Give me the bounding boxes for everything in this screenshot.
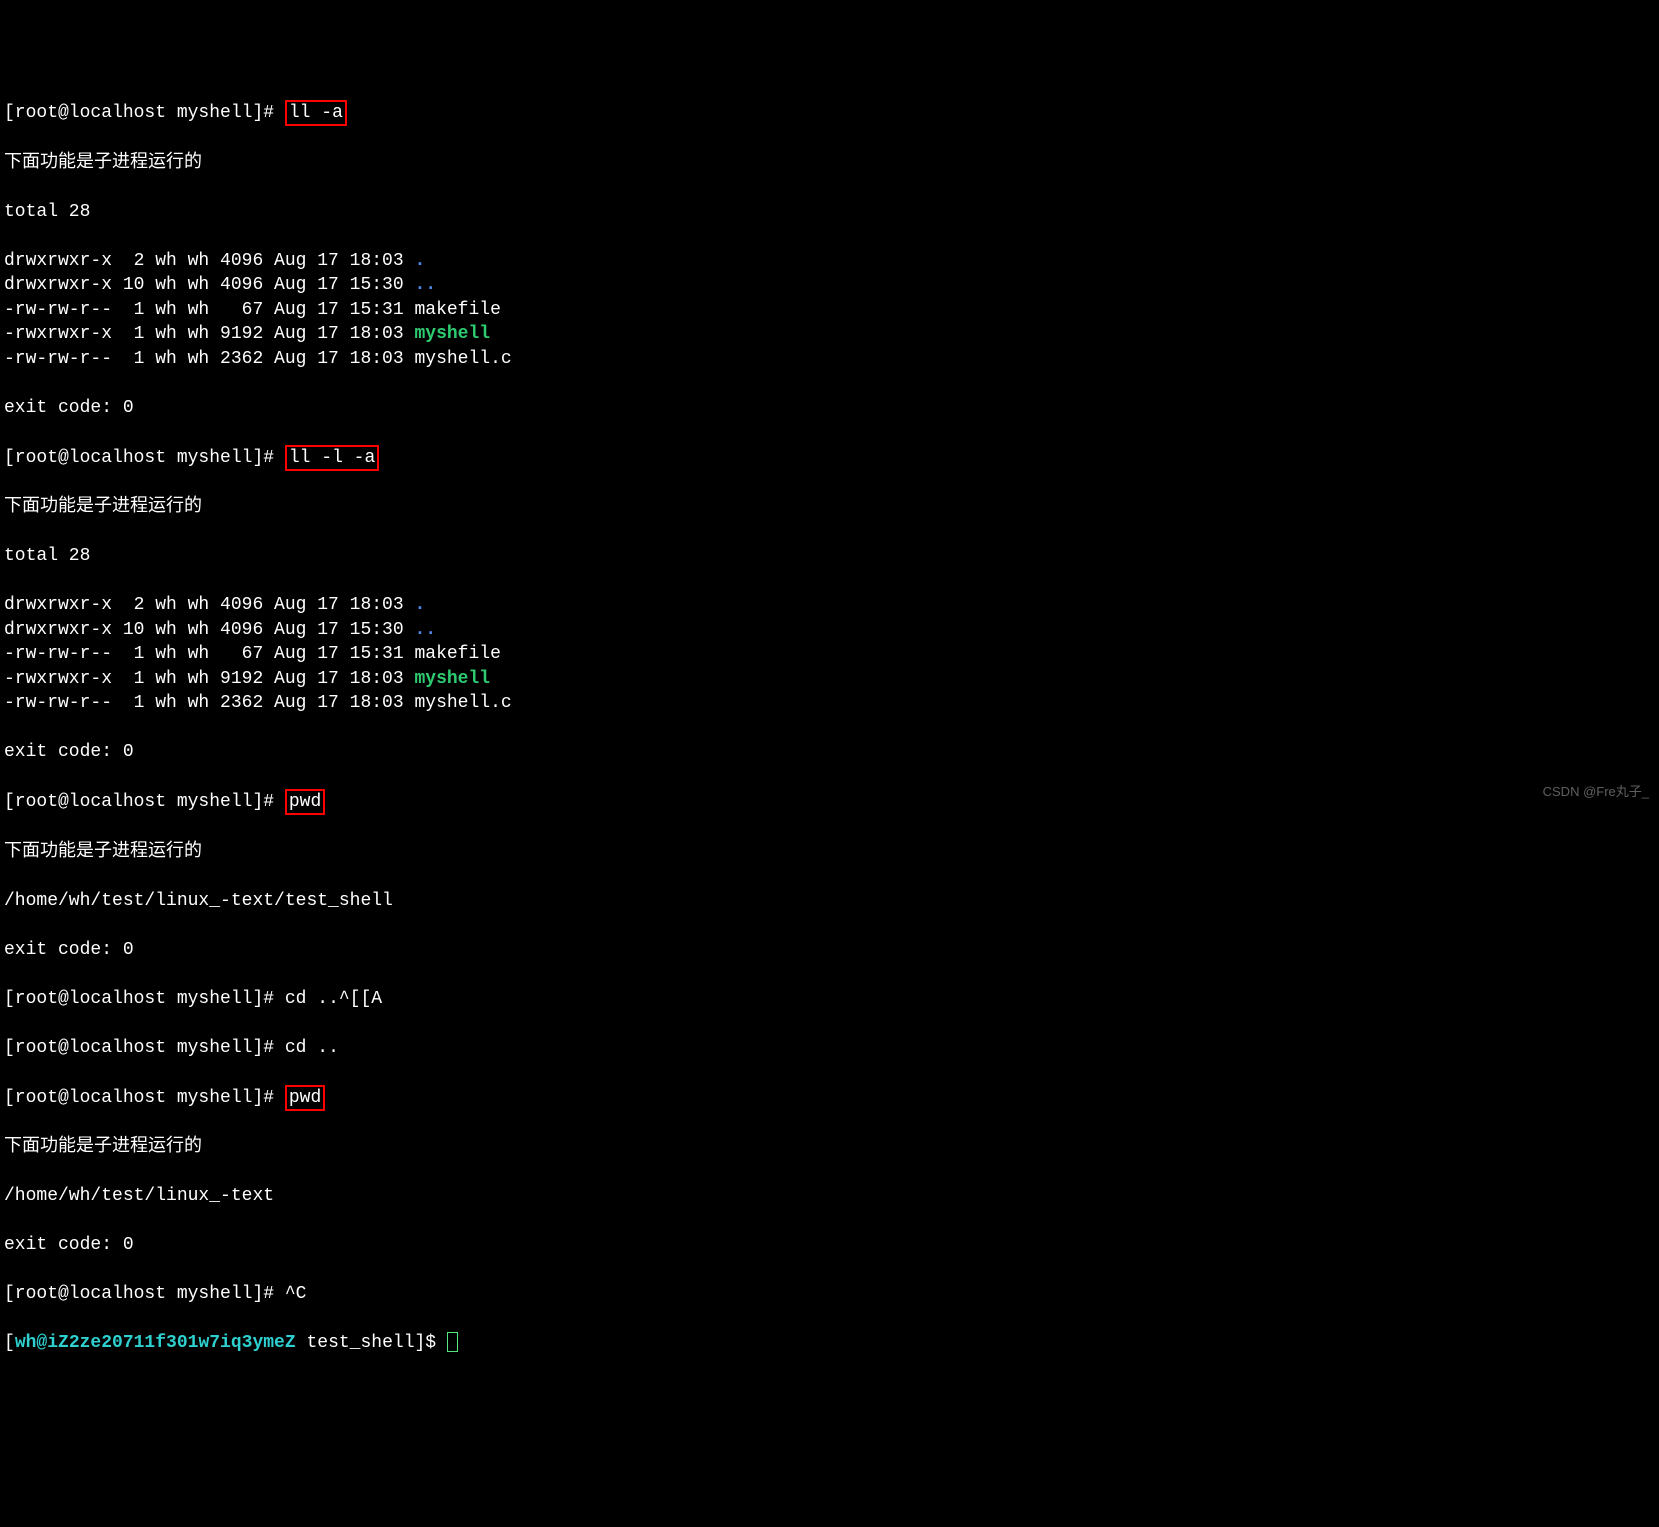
prompt: [root@localhost myshell]# [4,1088,285,1108]
command-highlight-1: ll -a [285,100,347,126]
prompt: [root@localhost myshell]# [4,989,285,1009]
user-host: wh@iZ2ze20711f301w7iq3ymeZ [15,1333,296,1353]
exit-code-3: exit code: 0 [4,938,1655,963]
command-highlight-3: pwd [285,789,325,815]
file-name: myshell.c [414,349,511,369]
file-name: myshell [414,324,490,344]
prompt-line-5: [root@localhost myshell]# cd .. [4,1036,1655,1061]
prompt-line-1: [root@localhost myshell]# ll -a [4,100,1655,126]
ls-total-2: total 28 [4,544,1655,569]
prompt: [root@localhost myshell]# [4,1038,285,1058]
file-name: . [414,595,425,615]
file-row: drwxrwxr-x 10 wh wh 4096 Aug 17 15:30 .. [4,273,1655,298]
file-row: -rw-rw-r-- 1 wh wh 2362 Aug 17 18:03 mys… [4,691,1655,716]
prompt: [root@localhost myshell]# [4,103,285,123]
child-msg-3: 下面功能是子进程运行的 [4,840,1655,865]
exit-code-2: exit code: 0 [4,740,1655,765]
command-highlight-2: ll -l -a [285,445,379,471]
exit-code-1: exit code: 0 [4,396,1655,421]
prompt: [root@localhost myshell]# [4,448,285,468]
prompt-line-7: [root@localhost myshell]# ^C [4,1282,1655,1307]
file-row: drwxrwxr-x 10 wh wh 4096 Aug 17 15:30 .. [4,618,1655,643]
exit-code-4: exit code: 0 [4,1233,1655,1258]
command-7: ^C [285,1284,307,1304]
child-msg-1: 下面功能是子进程运行的 [4,151,1655,176]
child-msg-4: 下面功能是子进程运行的 [4,1135,1655,1160]
file-name: . [414,251,425,271]
prompt-line-4: [root@localhost myshell]# cd ..^[[A [4,987,1655,1012]
file-name: .. [414,620,436,640]
child-msg-2: 下面功能是子进程运行的 [4,495,1655,520]
file-row: -rw-rw-r-- 1 wh wh 67 Aug 17 15:31 makef… [4,642,1655,667]
cursor-icon [447,1332,458,1352]
file-row: -rw-rw-r-- 1 wh wh 67 Aug 17 15:31 makef… [4,298,1655,323]
prompt-line-3: [root@localhost myshell]# pwd [4,789,1655,815]
file-name: makefile [414,300,500,320]
file-row: -rwxrwxr-x 1 wh wh 9192 Aug 17 18:03 mys… [4,322,1655,347]
pwd-output-2: /home/wh/test/linux_-text [4,1184,1655,1209]
file-row: -rwxrwxr-x 1 wh wh 9192 Aug 17 18:03 mys… [4,667,1655,692]
file-name: myshell.c [414,693,511,713]
file-name: makefile [414,644,500,664]
prompt: [root@localhost myshell]# [4,1284,285,1304]
file-name: .. [414,275,436,295]
prompt: [root@localhost myshell]# [4,792,285,812]
prompt-line-8[interactable]: [wh@iZ2ze20711f301w7iq3ymeZ test_shell]$ [4,1331,1655,1356]
watermark: CSDN @Fre丸子_ [1543,780,1649,805]
command-5: cd .. [285,1038,339,1058]
file-row: drwxrwxr-x 2 wh wh 4096 Aug 17 18:03 . [4,593,1655,618]
ls-total-1: total 28 [4,200,1655,225]
pwd-output-1: /home/wh/test/linux_-text/test_shell [4,889,1655,914]
file-name: myshell [414,669,490,689]
file-row: -rw-rw-r-- 1 wh wh 2362 Aug 17 18:03 mys… [4,347,1655,372]
prompt-line-6: [root@localhost myshell]# pwd [4,1085,1655,1111]
command-highlight-6: pwd [285,1085,325,1111]
command-4: cd ..^[[A [285,989,382,1009]
prompt-line-2: [root@localhost myshell]# ll -l -a [4,445,1655,471]
file-row: drwxrwxr-x 2 wh wh 4096 Aug 17 18:03 . [4,249,1655,274]
